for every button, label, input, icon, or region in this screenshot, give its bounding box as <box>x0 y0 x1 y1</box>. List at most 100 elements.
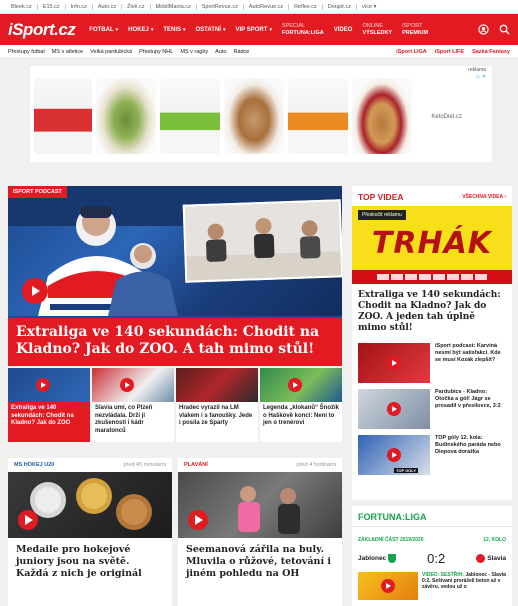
site-logo[interactable]: iSport.cz <box>8 20 76 40</box>
play-button[interactable] <box>387 402 401 416</box>
nav-special-top: SPECIÁL <box>281 22 306 29</box>
search-icon[interactable] <box>499 24 510 35</box>
subnav-link[interactable]: MS v ragby <box>180 49 208 55</box>
subnav-link[interactable]: Přestupy fotbal <box>8 49 45 55</box>
related-article-image <box>92 368 174 402</box>
ad-product-image <box>34 78 92 154</box>
nav-premium-bottom: PREMIUM <box>402 29 429 36</box>
video-item[interactable]: Pardubice - Kladno: Otočka a gól! Jágr s… <box>352 386 512 432</box>
portal-link[interactable]: Reflex.cz <box>289 3 323 10</box>
related-article-title: Hradec vyrazil na LM vlakem i s fanoušky… <box>179 405 253 426</box>
user-icon[interactable] <box>478 24 489 35</box>
related-article[interactable]: Legenda „klokanů“ Šnožík o Haškově konci… <box>260 368 342 442</box>
nav-special[interactable]: SPECIÁL FORTUNA:LIGA <box>282 23 324 37</box>
play-button[interactable] <box>387 448 401 462</box>
play-button[interactable] <box>36 378 50 392</box>
video-title[interactable]: Extraliga ve 140 sekundách: Chodit na Kl… <box>352 284 512 340</box>
ad-product-image <box>288 78 348 154</box>
play-button[interactable] <box>120 378 134 392</box>
portal-link[interactable]: SportRevue.cz <box>197 3 244 10</box>
subnav-isport-liga[interactable]: iSport LIGA <box>396 49 427 55</box>
top-videos-title: TOP VIDEA <box>358 192 404 202</box>
related-article[interactable]: Slavia umí, co Plzeň nezvládala. Drží ji… <box>92 368 174 442</box>
sponsor-logo <box>461 274 473 280</box>
nav-other[interactable]: OSTATNÍ ▾ <box>196 27 226 33</box>
related-article-image <box>176 368 258 402</box>
related-article-title: Extraliga ve 140 sekundách: Chodit na Kl… <box>11 405 74 426</box>
away-team-name: Slavia <box>487 555 506 563</box>
ad-product-image <box>160 78 220 154</box>
portal-link[interactable]: Doupě.cz <box>323 3 357 10</box>
portal-more[interactable]: více ▾ <box>357 4 381 10</box>
ad-brand[interactable]: KetoDiet.cz <box>431 114 462 120</box>
card-time: před 4 hodinami <box>296 462 336 468</box>
subnav-link[interactable]: MS v atletice <box>52 49 83 55</box>
match-video[interactable]: VIDEO: SESTŘIH: Jablonec - Slavia 0:2. S… <box>352 568 512 604</box>
thumbnail-label: TOP GÓLY <box>394 468 419 473</box>
portal-link[interactable]: E15.cz <box>38 3 66 10</box>
chevron-down-icon: ▾ <box>373 3 377 10</box>
feature-headline[interactable]: Extraliga ve 140 sekundách: Chodit na Kl… <box>8 318 342 366</box>
ad-banner[interactable]: reklama ▷ ✕ KetoDiet.cz <box>30 66 492 162</box>
portal-link[interactable]: Info.cz <box>66 3 93 10</box>
nav-video[interactable]: VIDEO <box>334 27 353 33</box>
video-item[interactable]: TOP GÓLY TOP góly 12. kola: Budínského p… <box>352 432 512 478</box>
related-articles: Extraliga ve 140 sekundách: Chodit na Kl… <box>8 368 342 442</box>
play-button[interactable] <box>22 278 48 304</box>
article-card[interactable]: PLAVÁNÍ před 4 hodinami Seemanová zářila… <box>178 458 342 606</box>
card-category[interactable]: PLAVÁNÍ <box>184 462 208 468</box>
subnav-link[interactable]: Auto <box>215 49 226 55</box>
match-row[interactable]: Jablonec 0:2 Slavia <box>352 549 512 568</box>
play-icon <box>392 452 397 458</box>
league-widget: FORTUNA:LIGA ZÁKLADNÍ ČÁST 2019/2020 12.… <box>352 506 512 606</box>
play-icon <box>32 286 40 296</box>
subnav-sazka-fantasy[interactable]: Sazka Fantasy <box>472 49 510 55</box>
all-videos-link[interactable]: VŠECHNA VIDEA › <box>462 194 506 200</box>
sponsor-logo <box>419 274 431 280</box>
chevron-down-icon: ▾ <box>150 26 154 33</box>
play-button[interactable] <box>18 510 38 530</box>
league-title[interactable]: FORTUNA:LIGA <box>352 506 512 527</box>
match-video-thumbnail <box>358 572 418 600</box>
card-header: MS HOKEJ U20 před 45 minutami <box>8 458 172 472</box>
portal-bar: Bleek.cz E15.cz Info.cz Auto.cz Živě.cz … <box>0 0 518 14</box>
nav-vip[interactable]: VIP SPORT ▾ <box>235 27 271 33</box>
portal-link[interactable]: Bleek.cz <box>6 3 38 10</box>
subnav-link[interactable]: Rádce <box>233 49 249 55</box>
video-item-title: iSport podcast: Karviná nesmí být satisf… <box>435 343 501 363</box>
nav-label: HOKEJ <box>128 26 149 33</box>
play-button[interactable] <box>387 356 401 370</box>
play-button[interactable] <box>381 579 395 593</box>
nav-online-bottom: VÝSLEDKY <box>362 29 393 36</box>
portal-link[interactable]: Živě.cz <box>122 3 151 10</box>
subnav-isport-life[interactable]: iSport LIFE <box>435 49 464 55</box>
card-title: Seemanová zářila na buly. Mluvila o růžo… <box>186 544 331 579</box>
subnav-link[interactable]: Přestupy NHL <box>139 49 173 55</box>
related-article[interactable]: Hradec vyrazil na LM vlakem i s fanoušky… <box>176 368 258 442</box>
portal-link[interactable]: AutoRevue.cz <box>244 3 290 10</box>
nav-online[interactable]: ONLINE VÝSLEDKY <box>362 23 392 37</box>
nav-football[interactable]: FOTBAL ▾ <box>89 27 118 33</box>
nav-premium[interactable]: ISPORT PREMIUM <box>402 23 428 37</box>
portal-link[interactable]: MobilMania.cz <box>151 3 197 10</box>
card-category[interactable]: MS HOKEJ U20 <box>14 462 54 468</box>
play-button[interactable] <box>188 510 208 530</box>
portal-more-label: více <box>361 3 373 10</box>
nav-hockey[interactable]: HOKEJ ▾ <box>128 27 153 33</box>
portal-link[interactable]: Auto.cz <box>93 3 123 10</box>
play-button[interactable] <box>288 378 302 392</box>
match-video-title: VIDEO: SESTŘIH: Jablonec - Slavia 0:2. S… <box>422 572 506 600</box>
skip-ad-button[interactable]: Přeskočit reklamu <box>358 210 406 220</box>
away-crest-icon <box>476 554 486 563</box>
play-icon <box>25 515 33 525</box>
subnav-link[interactable]: Velká pardubická <box>90 49 132 55</box>
related-article[interactable]: Extraliga ve 140 sekundách: Chodit na Kl… <box>8 368 90 442</box>
nav-tennis[interactable]: TENIS ▾ <box>163 27 185 33</box>
ad-choices-icon[interactable]: ▷ ✕ <box>477 74 486 80</box>
chevron-down-icon: ▾ <box>222 26 226 33</box>
video-item[interactable]: iSport podcast: Karviná nesmí být satisf… <box>352 340 512 386</box>
video-player[interactable]: Přeskočit reklamu TRHÁK <box>352 206 512 284</box>
article-card[interactable]: MS HOKEJ U20 před 45 minutami Medaile pr… <box>8 458 172 606</box>
nav-special-bottom: FORTUNA:LIGA <box>281 29 324 36</box>
league-round[interactable]: 12. KOLO <box>483 537 506 543</box>
